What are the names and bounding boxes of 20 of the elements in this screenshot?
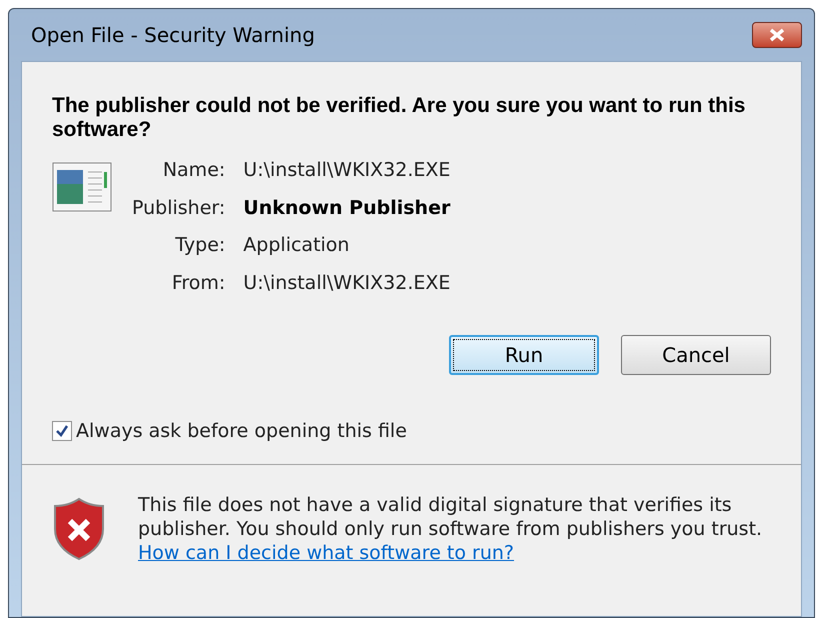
- shield-error-icon: [52, 496, 106, 560]
- help-link[interactable]: How can I decide what software to run?: [138, 542, 514, 564]
- close-button[interactable]: [752, 22, 802, 48]
- field-label: Type:: [174, 233, 226, 258]
- dialog-button[interactable]: Run: [449, 335, 599, 375]
- checkbox[interactable]: [52, 421, 72, 442]
- field-value: Unknown Publisher: [243, 196, 450, 220]
- field-label: Name:: [162, 158, 226, 183]
- field-value: U:\install\WKIX32.EXE: [243, 158, 450, 183]
- field-label: From:: [170, 270, 226, 296]
- window-title: Open File - Security Warning: [31, 22, 315, 49]
- dialog-button[interactable]: Cancel: [621, 335, 771, 375]
- field-value: Application: [243, 233, 350, 258]
- field-label: Publisher:: [132, 196, 226, 220]
- warning-message: This file does not have a valid digital signature that verifies its publisher. You should only run software from publishers you trust.: [138, 492, 764, 540]
- close-icon: [768, 28, 786, 42]
- application-icon: [52, 162, 112, 212]
- warning-heading: The publisher could not be verified. Are you sure you want to run this software?: [52, 94, 746, 142]
- checkbox-label[interactable]: Always ask before opening this file: [76, 417, 407, 446]
- field-value: U:\install\WKIX32.EXE: [243, 270, 450, 296]
